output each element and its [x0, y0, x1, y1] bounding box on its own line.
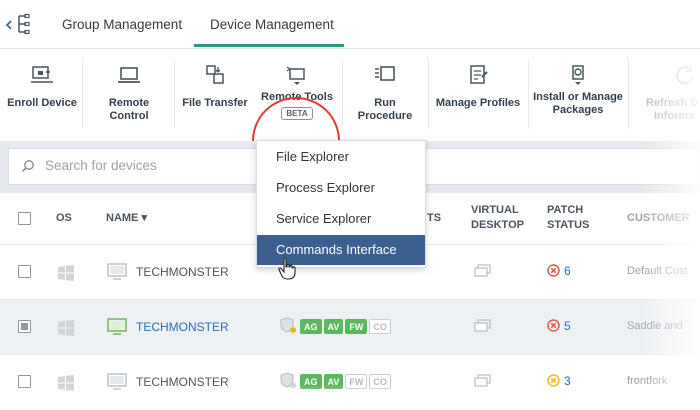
row-checkbox[interactable] [18, 265, 31, 278]
laptop-icon [116, 63, 142, 87]
monitor-online-icon [107, 318, 127, 339]
top-tab-bar: Group Management Device Management [0, 0, 700, 50]
divider [428, 59, 429, 129]
column-patch-status-line1: PATCH [547, 204, 584, 216]
column-virtual-desktop-line1: VIRTUAL [471, 204, 519, 216]
virtual-desktop-icon[interactable] [474, 374, 492, 391]
divider [528, 59, 529, 129]
monitor-icon [107, 263, 127, 284]
column-os[interactable]: OS [56, 211, 72, 226]
patch-status[interactable]: 3 [547, 374, 571, 390]
badge-ag: AG [300, 374, 322, 389]
patch-count: 6 [564, 264, 571, 278]
monitor-icon [107, 373, 127, 394]
error-icon [547, 264, 560, 280]
agent-badges: AG AV FW CO [300, 319, 391, 334]
install-manage-packages-button[interactable]: Install or Manage Packages [532, 63, 624, 117]
agent-badges: AG AV FW CO [300, 374, 391, 389]
virtual-desktop-icon[interactable] [474, 319, 492, 336]
device-name[interactable]: TECHMONSTER [136, 320, 229, 334]
sort-desc-icon: ▾ [141, 212, 147, 224]
tab-device-management[interactable]: Device Management [210, 17, 334, 32]
refresh-icon [672, 63, 698, 87]
column-agents-partial[interactable]: TS [427, 211, 441, 226]
manage-profiles-button[interactable]: Manage Profiles [432, 63, 524, 110]
search-icon [21, 159, 35, 176]
install-manage-label-line2: Packages [552, 104, 604, 116]
badge-co: CO [369, 319, 391, 334]
error-icon [547, 319, 560, 335]
run-procedure-button[interactable]: Run Procedure [346, 63, 424, 123]
column-virtual-desktop[interactable]: VIRTUAL DESKTOP [471, 203, 524, 233]
menu-item-file-explorer[interactable]: File Explorer [257, 142, 425, 172]
row-checkbox[interactable] [18, 320, 31, 333]
tab-group-management[interactable]: Group Management [62, 17, 182, 32]
install-manage-label-line1: Install or Manage [533, 91, 623, 103]
file-transfer-button[interactable]: File Transfer [180, 63, 250, 110]
enroll-device-icon [29, 63, 55, 87]
device-name[interactable]: TECHMONSTER [136, 265, 229, 279]
device-name[interactable]: TECHMONSTER [136, 375, 229, 389]
active-tab-indicator [194, 44, 344, 47]
patch-count: 5 [564, 319, 571, 333]
menu-item-service-explorer[interactable]: Service Explorer [257, 204, 425, 234]
remote-tools-dropdown: File Explorer Process Explorer Service E… [256, 140, 426, 268]
column-patch-status[interactable]: PATCH STATUS [547, 203, 589, 233]
badge-co: CO [369, 374, 391, 389]
divider [174, 59, 175, 129]
divider [628, 59, 629, 129]
warning-icon [547, 374, 560, 390]
refresh-label-line2: Informa [654, 110, 695, 122]
badge-fw: FW [345, 319, 368, 334]
table-row[interactable]: TECHMONSTER AG AV FW CO 3 frontfork [0, 355, 700, 410]
menu-item-process-explorer[interactable]: Process Explorer [257, 173, 425, 203]
badge-av: AV [323, 374, 344, 389]
customer-name[interactable]: Default Cust [627, 265, 688, 277]
windows-icon [58, 320, 74, 339]
shield-warning-icon [280, 317, 298, 338]
file-transfer-icon [202, 63, 228, 87]
remote-control-label: Remote Control [108, 97, 150, 122]
column-name[interactable]: NAME ▾ [106, 211, 147, 226]
device-toolbar: Enroll Device Remote Control File Transf… [0, 49, 700, 185]
divider [342, 59, 343, 129]
column-customer[interactable]: CUSTOMER [627, 211, 690, 226]
customer-name[interactable]: frontfork [627, 375, 667, 387]
run-procedure-label: Run Procedure [357, 97, 413, 122]
manage-profiles-icon [465, 63, 491, 87]
manage-profiles-label: Manage Profiles [435, 97, 521, 109]
back-tree-icon[interactable] [4, 12, 34, 38]
file-transfer-label: File Transfer [182, 97, 248, 109]
remote-control-button[interactable]: Remote Control [88, 63, 170, 123]
badge-fw: FW [345, 374, 368, 389]
shield-icon [280, 372, 298, 393]
row-checkbox[interactable] [18, 375, 31, 388]
refresh-label-line1: Refresh D [646, 97, 698, 109]
run-procedure-icon [372, 63, 398, 87]
enroll-device-button[interactable]: Enroll Device [6, 63, 78, 110]
refresh-device-info-button[interactable]: Refresh D Informa [636, 63, 700, 123]
column-patch-status-line2: STATUS [547, 219, 590, 231]
patch-status[interactable]: 6 [547, 264, 571, 280]
windows-icon [58, 375, 74, 394]
hand-cursor-icon [278, 257, 298, 284]
customer-name[interactable]: Saddle and [627, 320, 683, 332]
select-all-checkbox[interactable] [18, 212, 31, 225]
patch-count: 3 [564, 374, 571, 388]
divider [82, 59, 83, 129]
badge-av: AV [323, 319, 344, 334]
column-name-label: NAME [106, 212, 139, 224]
column-virtual-desktop-line2: DESKTOP [471, 219, 524, 231]
windows-icon [58, 265, 74, 284]
remote-tools-icon [284, 63, 310, 87]
patch-status[interactable]: 5 [547, 319, 571, 335]
badge-ag: AG [300, 319, 322, 334]
enroll-device-label: Enroll Device [7, 97, 77, 109]
virtual-desktop-icon[interactable] [474, 264, 492, 281]
table-row[interactable]: TECHMONSTER AG AV FW CO 5 Saddle and [0, 300, 700, 355]
package-icon [565, 63, 591, 87]
